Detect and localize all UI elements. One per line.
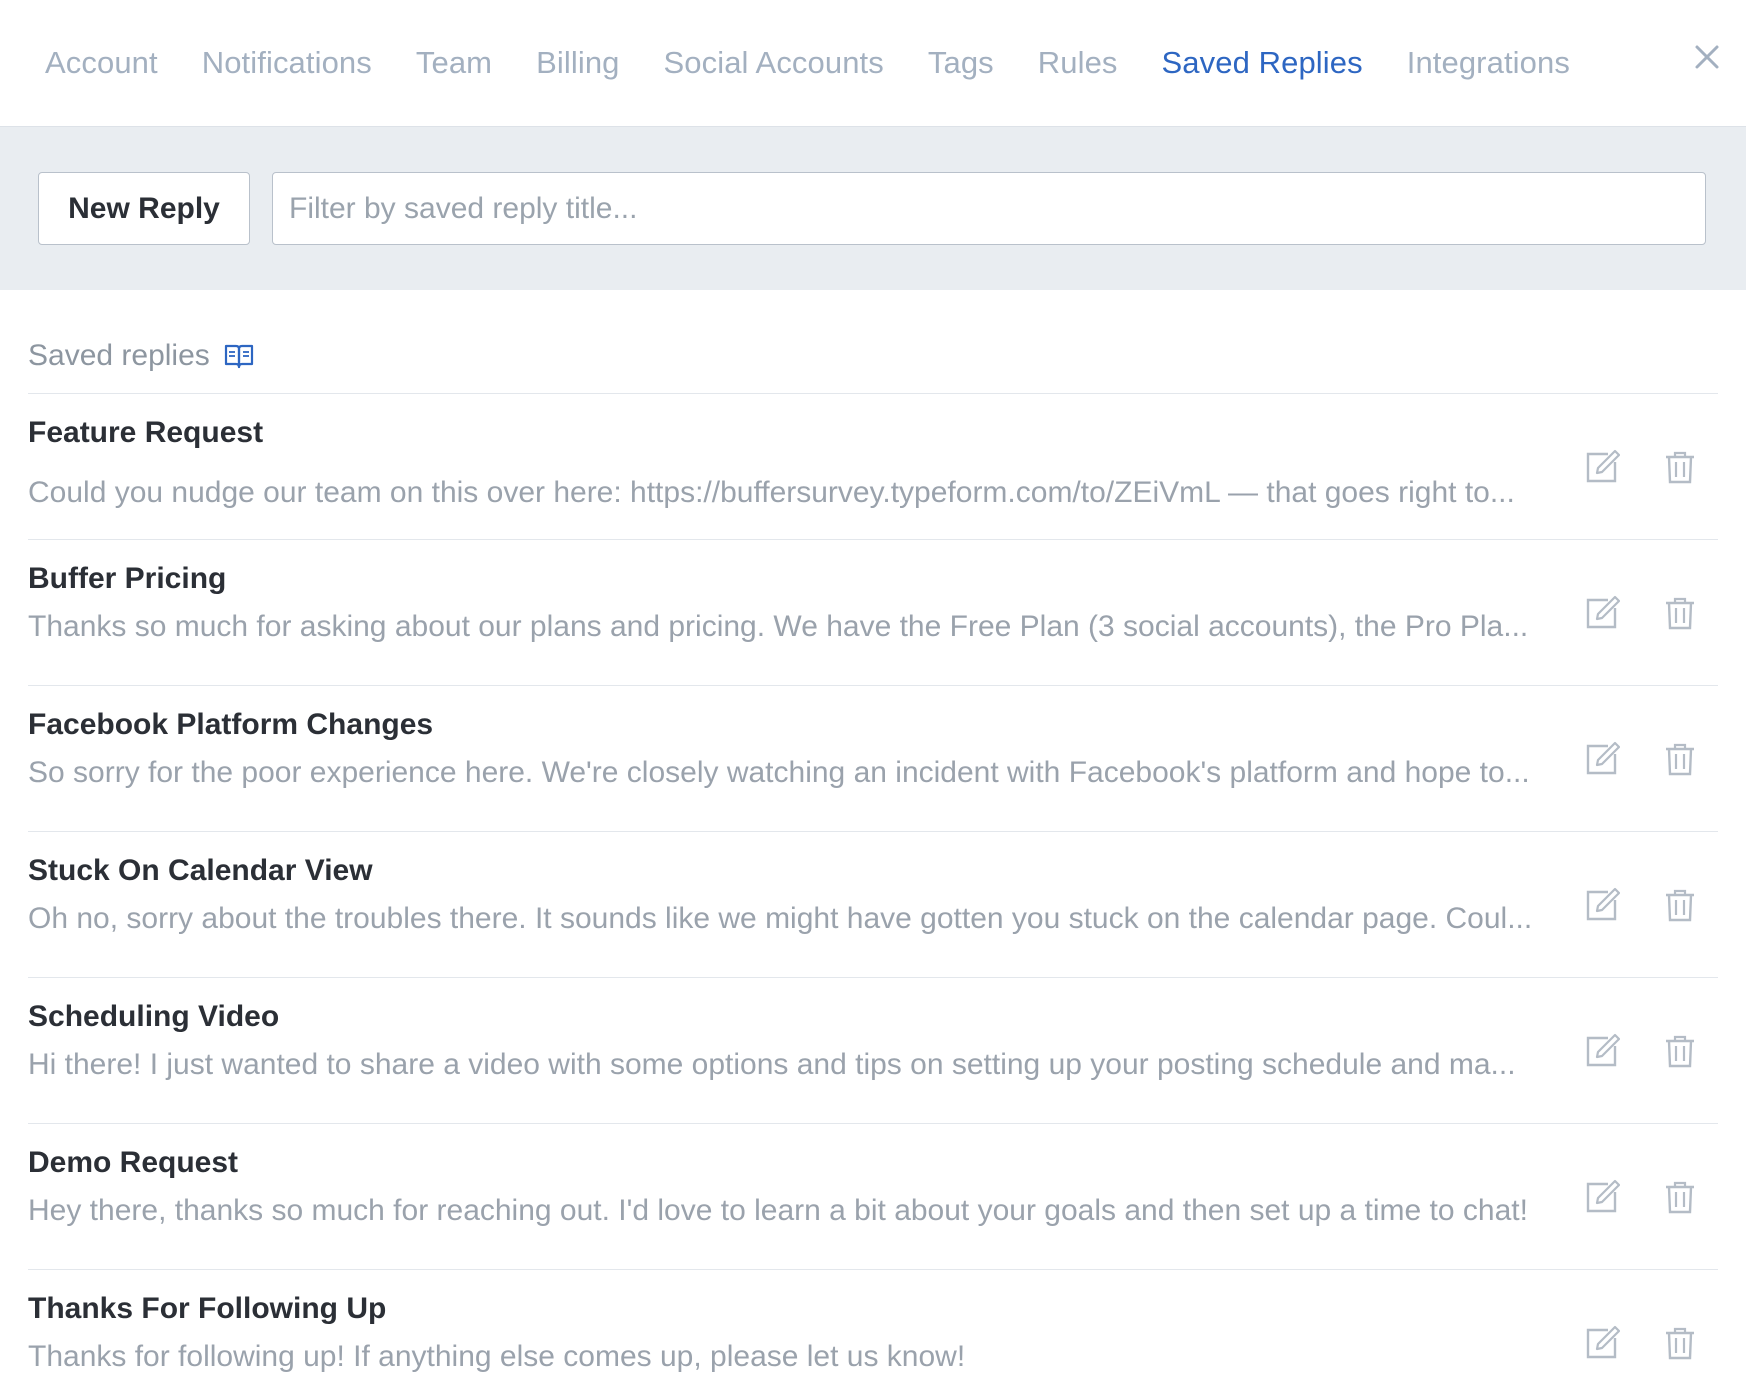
saved-replies-toolbar: New Reply	[0, 127, 1746, 290]
tab-billing[interactable]: Billing	[536, 45, 619, 81]
saved-replies-section: Saved replies Feature Request Could you …	[0, 290, 1746, 1384]
list-item[interactable]: Scheduling Video Hi there! I just wanted…	[28, 978, 1718, 1124]
new-reply-button[interactable]: New Reply	[38, 172, 250, 245]
reply-title: Facebook Platform Changes	[28, 708, 434, 741]
filter-input[interactable]	[272, 172, 1706, 245]
reply-title: Thanks For Following Up	[28, 1292, 387, 1325]
row-actions	[1584, 741, 1698, 777]
trash-icon[interactable]	[1662, 887, 1698, 923]
tab-team[interactable]: Team	[416, 45, 492, 81]
edit-icon[interactable]	[1584, 449, 1620, 485]
reply-preview: So sorry for the poor experience here. W…	[28, 756, 1530, 789]
edit-icon[interactable]	[1584, 741, 1620, 777]
list-item[interactable]: Thanks For Following Up Thanks for follo…	[28, 1270, 1718, 1384]
tab-social-accounts[interactable]: Social Accounts	[664, 45, 884, 81]
reply-title: Buffer Pricing	[28, 562, 227, 595]
settings-tab-bar: Account Notifications Team Billing Socia…	[0, 0, 1746, 127]
reply-preview: Hi there! I just wanted to share a video…	[28, 1048, 1516, 1081]
section-title: Saved replies	[28, 338, 210, 372]
reply-preview: Oh no, sorry about the troubles there. I…	[28, 902, 1533, 935]
list-item[interactable]: Demo Request Hey there, thanks so much f…	[28, 1124, 1718, 1270]
reply-title: Demo Request	[28, 1146, 239, 1179]
reply-title: Feature Request	[28, 416, 264, 449]
tab-saved-replies[interactable]: Saved Replies	[1162, 45, 1363, 81]
row-actions	[1584, 887, 1698, 923]
tab-account[interactable]: Account	[45, 45, 158, 81]
reply-preview: Thanks for following up! If anything els…	[28, 1340, 966, 1373]
reply-title: Stuck On Calendar View	[28, 854, 373, 887]
trash-icon[interactable]	[1662, 449, 1698, 485]
tab-tags[interactable]: Tags	[928, 45, 994, 81]
trash-icon[interactable]	[1662, 741, 1698, 777]
tab-rules[interactable]: Rules	[1038, 45, 1118, 81]
reply-preview: Thanks so much for asking about our plan…	[28, 610, 1529, 643]
row-actions	[1584, 1325, 1698, 1361]
list-item[interactable]: Stuck On Calendar View Oh no, sorry abou…	[28, 832, 1718, 978]
row-actions	[1584, 449, 1698, 485]
close-icon[interactable]	[1690, 40, 1724, 74]
edit-icon[interactable]	[1584, 1325, 1620, 1361]
trash-icon[interactable]	[1662, 1325, 1698, 1361]
reply-preview: Hey there, thanks so much for reaching o…	[28, 1194, 1528, 1227]
list-item[interactable]: Feature Request Could you nudge our team…	[28, 394, 1718, 540]
row-actions	[1584, 595, 1698, 631]
trash-icon[interactable]	[1662, 1033, 1698, 1069]
section-header: Saved replies	[28, 290, 1718, 394]
trash-icon[interactable]	[1662, 595, 1698, 631]
list-item[interactable]: Buffer Pricing Thanks so much for asking…	[28, 540, 1718, 686]
reply-preview: Could you nudge our team on this over he…	[28, 476, 1515, 509]
saved-replies-list: Feature Request Could you nudge our team…	[28, 394, 1718, 1384]
edit-icon[interactable]	[1584, 887, 1620, 923]
trash-icon[interactable]	[1662, 1179, 1698, 1215]
book-icon[interactable]	[224, 343, 254, 369]
list-item[interactable]: Facebook Platform Changes So sorry for t…	[28, 686, 1718, 832]
edit-icon[interactable]	[1584, 1033, 1620, 1069]
row-actions	[1584, 1033, 1698, 1069]
row-actions	[1584, 1179, 1698, 1215]
tab-notifications[interactable]: Notifications	[202, 45, 372, 81]
edit-icon[interactable]	[1584, 1179, 1620, 1215]
reply-title: Scheduling Video	[28, 1000, 280, 1033]
tab-integrations[interactable]: Integrations	[1407, 45, 1570, 81]
edit-icon[interactable]	[1584, 595, 1620, 631]
